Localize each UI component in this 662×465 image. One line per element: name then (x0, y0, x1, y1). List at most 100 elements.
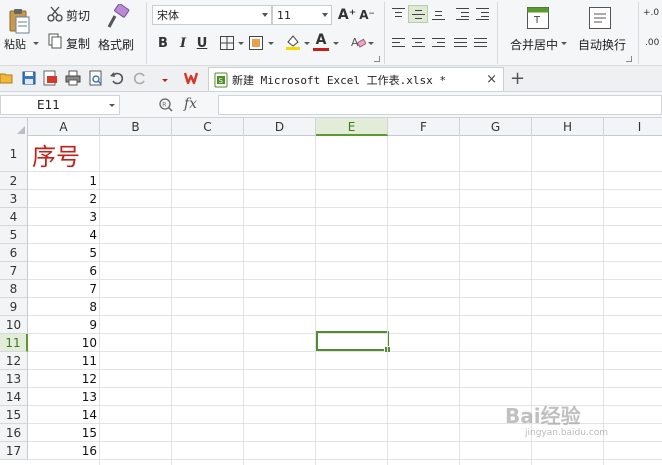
document-tab[interactable]: S 新建 Microsoft Excel 工作表.xlsx * × (208, 67, 504, 91)
column-header-a[interactable]: A (28, 118, 100, 136)
borders-icon[interactable] (219, 35, 235, 51)
decrease-indent-icon[interactable] (456, 8, 469, 20)
open-folder-icon[interactable] (0, 71, 14, 85)
row-header-16[interactable]: 16 (0, 424, 28, 442)
paste-button[interactable] (4, 4, 34, 38)
clear-dropdown-icon[interactable] (368, 42, 374, 45)
merge-center-button[interactable]: 合并居中 (510, 36, 558, 53)
wrap-text-icon[interactable] (588, 6, 612, 30)
cell-a16[interactable]: 15 (28, 424, 100, 442)
row-header-14[interactable]: 14 (0, 388, 28, 406)
name-box[interactable]: E11 (0, 95, 120, 115)
alignment-dialog-launcher[interactable] (626, 56, 632, 62)
align-left-icon[interactable] (392, 38, 405, 49)
cell-a15[interactable]: 14 (28, 406, 100, 424)
bold-button[interactable]: B (154, 34, 172, 52)
row-header-15[interactable]: 15 (0, 406, 28, 424)
search-function-icon[interactable]: R (158, 97, 174, 113)
font-size-select[interactable]: 11 (272, 5, 332, 25)
italic-button[interactable]: I (174, 34, 192, 52)
fill-color-dropdown-icon[interactable] (304, 42, 310, 45)
cell-a4[interactable]: 3 (28, 208, 100, 226)
cell-a14[interactable]: 13 (28, 388, 100, 406)
align-middle-button[interactable] (408, 5, 428, 23)
align-bottom-icon[interactable] (432, 9, 445, 20)
justify-icon[interactable] (454, 38, 467, 49)
row-header-1[interactable]: 1 (0, 136, 28, 172)
eraser-icon[interactable]: A (350, 34, 366, 50)
format-painter-button[interactable]: 格式刷 (98, 36, 134, 53)
merge-dropdown-icon[interactable] (561, 42, 567, 45)
align-top-icon[interactable] (392, 8, 405, 19)
row-header-10[interactable]: 10 (0, 316, 28, 334)
cell-style-dropdown-icon[interactable] (268, 42, 274, 45)
column-header-h[interactable]: H (532, 118, 604, 136)
cell-a5[interactable]: 4 (28, 226, 100, 244)
row-header-7[interactable]: 7 (0, 262, 28, 280)
format-painter-icon[interactable] (106, 4, 130, 30)
select-all-corner[interactable] (0, 118, 28, 136)
column-header-b[interactable]: B (100, 118, 172, 136)
row-header-8[interactable]: 8 (0, 280, 28, 298)
wps-logo-icon[interactable] (184, 71, 202, 85)
row-header-9[interactable]: 9 (0, 298, 28, 316)
column-header-e[interactable]: E (316, 118, 388, 136)
cell-style-icon[interactable] (248, 35, 264, 51)
increase-decimal-button[interactable]: +.0 (643, 8, 659, 18)
cell-a12[interactable]: 11 (28, 352, 100, 370)
cell-a1[interactable]: 序号 (28, 136, 100, 172)
font-color-dropdown-icon[interactable] (333, 42, 339, 45)
copy-button[interactable]: 复制 (66, 35, 90, 52)
column-header-d[interactable]: D (244, 118, 316, 136)
cell-a9[interactable]: 8 (28, 298, 100, 316)
cut-button[interactable]: 剪切 (66, 7, 90, 24)
distributed-icon[interactable] (474, 38, 487, 49)
increase-font-button[interactable]: A⁺ (338, 6, 356, 24)
cell-a7[interactable]: 6 (28, 262, 100, 280)
column-header-i[interactable]: I (604, 118, 662, 136)
row-header-11[interactable]: 11 (0, 334, 28, 352)
row-header-17[interactable]: 17 (0, 442, 28, 460)
cell-a13[interactable]: 12 (28, 370, 100, 388)
cell-a8[interactable]: 7 (28, 280, 100, 298)
row-header-2[interactable]: 2 (0, 172, 28, 190)
row-header-6[interactable]: 6 (0, 244, 28, 262)
quick-access-dropdown-icon[interactable] (162, 79, 168, 82)
decrease-decimal-button[interactable]: .00 (645, 38, 659, 48)
cell-a11[interactable]: 10 (28, 334, 100, 352)
copy-icon[interactable] (47, 33, 63, 49)
font-dialog-launcher[interactable] (374, 56, 380, 62)
row-header-13[interactable]: 13 (0, 370, 28, 388)
fill-color-icon[interactable] (284, 33, 302, 51)
export-pdf-icon[interactable] (42, 70, 58, 86)
merge-center-icon[interactable]: T (526, 6, 550, 30)
row-header-3[interactable]: 3 (0, 190, 28, 208)
column-header-f[interactable]: F (388, 118, 460, 136)
new-tab-button[interactable]: + (510, 68, 525, 89)
cell-a6[interactable]: 5 (28, 244, 100, 262)
print-icon[interactable] (65, 70, 81, 86)
row-header-5[interactable]: 5 (0, 226, 28, 244)
align-right-icon[interactable] (432, 38, 445, 49)
active-cell-e11[interactable] (316, 331, 391, 353)
row-header-12[interactable]: 12 (0, 352, 28, 370)
formula-input[interactable] (218, 95, 662, 115)
column-header-g[interactable]: G (460, 118, 532, 136)
cell-a17[interactable]: 16 (28, 442, 100, 460)
redo-icon[interactable] (133, 71, 147, 85)
undo-icon[interactable] (110, 71, 124, 85)
scissors-icon[interactable] (47, 6, 63, 22)
column-header-c[interactable]: C (172, 118, 244, 136)
print-preview-icon[interactable] (88, 70, 104, 86)
underline-button[interactable]: U (193, 34, 211, 52)
align-center-icon[interactable] (412, 38, 425, 49)
wrap-text-button[interactable]: 自动换行 (578, 36, 626, 53)
close-tab-icon[interactable]: × (486, 72, 497, 87)
save-icon[interactable] (22, 71, 36, 85)
paste-dropdown-icon[interactable] (33, 42, 39, 45)
font-color-button[interactable]: A (312, 31, 330, 49)
cell-a10[interactable]: 9 (28, 316, 100, 334)
insert-function-button[interactable]: fx (184, 96, 197, 112)
cell-a3[interactable]: 2 (28, 190, 100, 208)
cell-a2[interactable]: 1 (28, 172, 100, 190)
